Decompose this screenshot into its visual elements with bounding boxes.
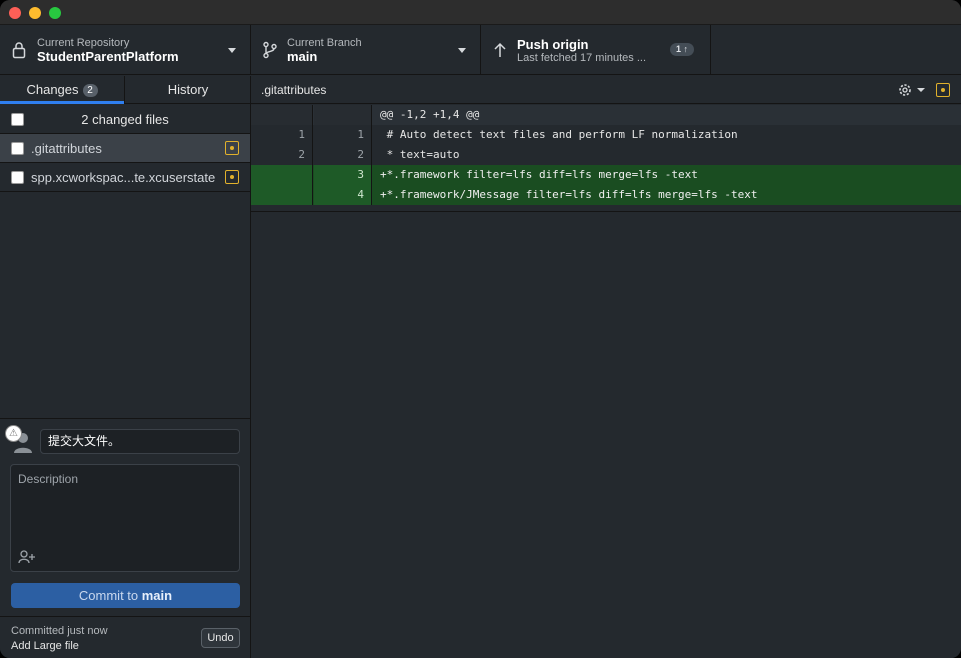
diff-line-text: +*.framework filter=lfs diff=lfs merge=l… xyxy=(380,168,698,181)
tab-changes[interactable]: Changes 2 xyxy=(0,76,125,104)
last-commit-panel: Committed just now Add Large file Undo xyxy=(0,616,250,658)
push-origin-title: Push origin xyxy=(517,37,589,52)
push-origin-button[interactable]: Push origin Last fetched 17 minutes ... … xyxy=(481,25,711,75)
avatar: ⚠ xyxy=(5,425,35,455)
new-line-number: 2 xyxy=(314,145,372,165)
file-list-item[interactable]: .gitattributes xyxy=(0,134,250,163)
tab-changes-label: Changes xyxy=(26,82,79,97)
diff-settings-button[interactable] xyxy=(897,82,927,98)
diff-row-ctx[interactable]: 22 * text=auto xyxy=(251,145,961,165)
zoom-window-button[interactable] xyxy=(49,7,61,19)
diff-line-text: # Auto detect text files and perform LF … xyxy=(380,128,738,141)
new-line-number: 1 xyxy=(314,125,372,145)
sidebar-tabs: Changes 2 History xyxy=(0,76,250,104)
new-line-number: 4 xyxy=(314,185,372,205)
chevron-down-icon xyxy=(458,48,466,53)
last-commit-time: Committed just now xyxy=(11,625,108,637)
title-bar xyxy=(0,0,961,25)
warning-icon: ⚠ xyxy=(5,425,22,442)
commit-summary-input[interactable]: 提交大文件。 xyxy=(40,429,240,454)
commit-button[interactable]: Commit to main xyxy=(11,583,240,608)
diff-line-text: * text=auto xyxy=(380,148,460,161)
new-line-number xyxy=(314,105,372,125)
diff-row-ctx[interactable]: 11 # Auto detect text files and perform … xyxy=(251,125,961,145)
description-placeholder: Description xyxy=(18,472,79,486)
current-branch-button[interactable]: Current Branch main xyxy=(251,25,481,75)
old-line-number xyxy=(251,185,313,205)
tab-history-label: History xyxy=(167,82,209,97)
current-branch-name: main xyxy=(287,49,318,64)
last-commit-message: Add Large file xyxy=(11,640,79,652)
changed-files-header: 2 changed files xyxy=(0,105,250,134)
diff-header: .gitattributes xyxy=(251,76,961,104)
old-line-number xyxy=(251,165,313,185)
file-list-item[interactable]: spp.xcworkspac...te.xcuserstate xyxy=(0,163,250,192)
changed-files-count: 2 changed files xyxy=(81,112,169,127)
old-line-number xyxy=(251,105,313,125)
current-repository-label: Current Repository xyxy=(37,37,130,49)
file-checkbox[interactable] xyxy=(11,142,24,155)
tab-history[interactable]: History xyxy=(126,76,250,104)
new-line-number: 3 xyxy=(314,165,372,185)
diff-row-add[interactable]: 4 +*.framework/JMessage filter=lfs diff=l… xyxy=(251,185,961,205)
modified-icon xyxy=(225,170,239,184)
file-name: spp.xcworkspac...te.xcuserstate xyxy=(31,170,216,185)
current-branch-label: Current Branch xyxy=(287,37,362,49)
sidebar: Changes 2 History 2 changed files .gitatt… xyxy=(0,76,251,658)
old-line-number: 1 xyxy=(251,125,313,145)
divider xyxy=(251,211,961,212)
current-repository-button[interactable]: Current Repository StudentParentPlatform xyxy=(0,25,251,75)
current-repository-name: StudentParentPlatform xyxy=(37,49,179,64)
lock-icon xyxy=(12,42,26,59)
commit-button-prefix: Commit to xyxy=(78,588,142,603)
diff-line-text: @@ -1,2 +1,4 @@ xyxy=(380,108,480,121)
diff-row-hunk[interactable]: @@ -1,2 +1,4 @@ xyxy=(251,105,961,125)
diff-panel: .gitattributes @@ -1,2 +1,4 @@ 1 1 # Auto … xyxy=(251,76,961,658)
file-name: .gitattributes xyxy=(31,141,102,156)
diff-body: @@ -1,2 +1,4 @@ 1 1 # Auto detect text fil… xyxy=(251,105,961,205)
arrow-up-icon xyxy=(494,42,506,57)
old-line-number: 2 xyxy=(251,145,313,165)
close-window-button[interactable] xyxy=(9,7,21,19)
diff-row-add[interactable]: 3 +*.framework filter=lfs diff=lfs merge=… xyxy=(251,165,961,185)
toolbar: Current Repository StudentParentPlatform… xyxy=(0,25,961,75)
file-checkbox[interactable] xyxy=(11,171,24,184)
diff-file-name: .gitattributes xyxy=(261,83,327,97)
modified-icon xyxy=(936,83,950,97)
undo-button[interactable]: Undo xyxy=(201,628,240,648)
modified-icon xyxy=(225,141,239,155)
push-count-badge: 1 ↑ xyxy=(670,43,695,56)
diff-line-text: +*.framework/JMessage filter=lfs diff=lf… xyxy=(380,188,758,201)
commit-button-branch: main xyxy=(141,588,173,603)
last-fetched-text: Last fetched 17 minutes ... xyxy=(517,52,647,64)
branch-icon xyxy=(263,41,277,59)
app-window: Current Repository StudentParentPlatform… xyxy=(0,0,961,658)
commit-form: ⚠ 提交大文件。 Description Commit to main xyxy=(0,418,250,616)
gear-icon xyxy=(899,84,925,96)
commit-description-input[interactable]: Description xyxy=(10,464,240,572)
minimize-window-button[interactable] xyxy=(29,7,41,19)
chevron-down-icon xyxy=(228,48,236,53)
changes-count-badge: 2 xyxy=(82,84,98,97)
add-coauthor-icon[interactable] xyxy=(18,550,36,564)
